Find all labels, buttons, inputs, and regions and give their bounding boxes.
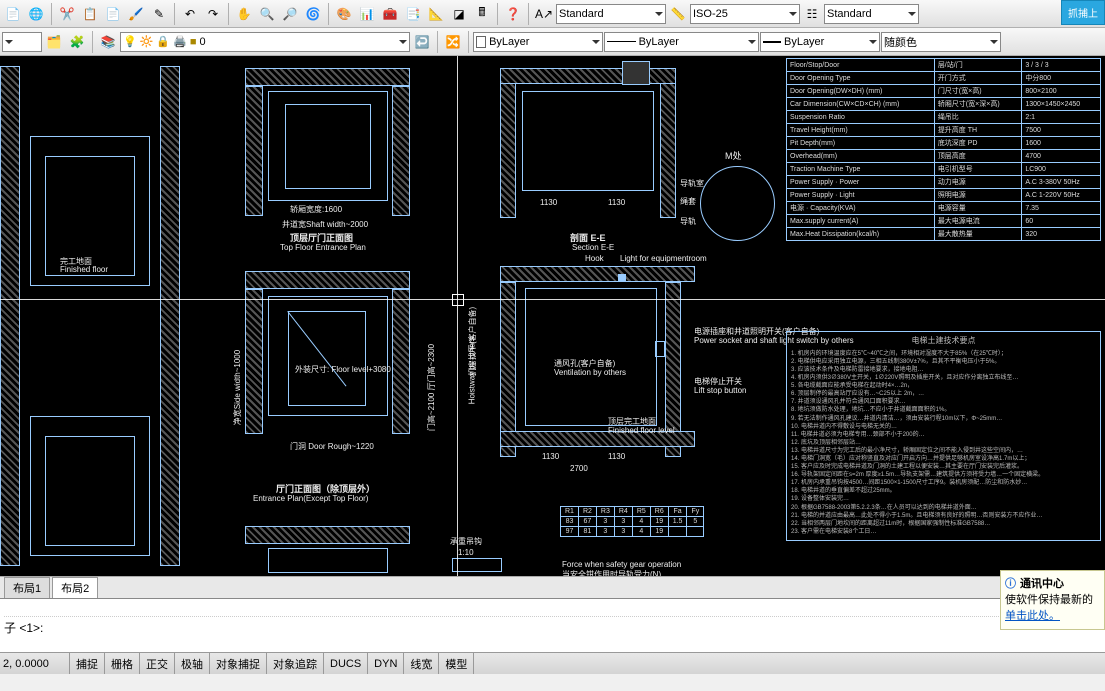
text-style-dropdown[interactable]: Standard xyxy=(556,4,666,24)
command-prompt: 子 <1>: xyxy=(4,616,1101,634)
copy-icon[interactable]: 📋 xyxy=(79,3,101,25)
coordinate-readout: 2, 0.0000 xyxy=(0,653,70,674)
brush-icon[interactable]: 🖌️ xyxy=(125,3,147,25)
paste-icon[interactable]: 📄 xyxy=(102,3,124,25)
dimstyle-icon[interactable]: 📏 xyxy=(667,3,689,25)
help-icon[interactable]: ❓ xyxy=(502,3,524,25)
status-模型[interactable]: 模型 xyxy=(439,653,474,674)
crosshair-horizontal xyxy=(0,299,1105,300)
tab-layout2[interactable]: 布局2 xyxy=(52,577,98,598)
zoom-in-icon[interactable]: 🔍 xyxy=(256,3,278,25)
markup-icon[interactable]: 📐 xyxy=(425,3,447,25)
grab-button[interactable]: 抓捕上 xyxy=(1061,0,1105,25)
status-极轴[interactable]: 极轴 xyxy=(175,653,210,674)
redo-icon[interactable]: ↷ xyxy=(202,3,224,25)
notification-link[interactable]: 单击此处。 xyxy=(1005,610,1060,622)
crosshair-pickbox xyxy=(452,294,464,306)
sheet-icon[interactable]: 📑 xyxy=(402,3,424,25)
dim-style-dropdown[interactable]: ISO-25 xyxy=(690,4,800,24)
cut-icon[interactable]: ✂️ xyxy=(56,3,78,25)
tablestyle-icon[interactable]: ☷ xyxy=(801,3,823,25)
layer-manager-icon[interactable]: 📚 xyxy=(97,31,119,53)
toolbar-main: 📄 🌐 ✂️ 📋 📄 🖌️ ✎ ↶ ↷ ✋ 🔍 🔎 🌀 🎨 📊 🧰 📑 📐 ◪ … xyxy=(0,0,1105,28)
linetype-scale-dropdown[interactable] xyxy=(2,32,42,52)
status-捕捉[interactable]: 捕捉 xyxy=(70,653,105,674)
info-icon: ⓘ xyxy=(1005,575,1016,591)
status-bar: 2, 0.0000 捕捉栅格正交极轴对象捕捉对象追踪DUCSDYN线宽模型 xyxy=(0,652,1105,674)
zoom-out-icon[interactable]: 🔎 xyxy=(279,3,301,25)
notes-block: 电梯土建技术要点 1. 机房内的环境温度应在5℃~40℃之间，环境相对湿度不大于… xyxy=(786,331,1101,541)
highlight-icon[interactable]: ✎ xyxy=(148,3,170,25)
toolbar-layers: 🗂️ 🧩 📚 💡🔆🔒🖨️■ 0 ↩️ 🔀 ByLayer ByLayer ByL… xyxy=(0,28,1105,56)
pan-icon[interactable]: ✋ xyxy=(233,3,255,25)
layer-prev-icon[interactable]: ↩️ xyxy=(411,31,433,53)
force-table: R1R2R3R4R5R6FaFy 8367334191.55 978133419 xyxy=(560,506,704,537)
color-dropdown[interactable]: ByLayer xyxy=(473,32,603,52)
command-line[interactable]: 子 <1>: ⓘ 通讯中心 使软件保持最新的 单击此处。 xyxy=(0,598,1105,652)
open-icon[interactable]: 🌐 xyxy=(25,3,47,25)
notification-panel: ⓘ 通讯中心 使软件保持最新的 单击此处。 xyxy=(1000,570,1105,630)
layer-dropdown[interactable]: 💡🔆🔒🖨️■ 0 xyxy=(120,32,410,52)
calc-icon[interactable]: 🖩 xyxy=(471,3,493,25)
status-对象追踪[interactable]: 对象追踪 xyxy=(267,653,324,674)
layer-state-icon[interactable]: 🧩 xyxy=(66,31,88,53)
tab-layout1[interactable]: 布局1 xyxy=(4,577,50,598)
undo-icon[interactable]: ↶ xyxy=(179,3,201,25)
new-icon[interactable]: 📄 xyxy=(2,3,24,25)
linetype-dropdown[interactable]: ByLayer xyxy=(604,32,759,52)
status-DUCS[interactable]: DUCS xyxy=(324,653,368,674)
status-对象捕捉[interactable]: 对象捕捉 xyxy=(210,653,267,674)
palette-icon[interactable]: 🎨 xyxy=(333,3,355,25)
layout-tabbar: 布局1 布局2 xyxy=(0,576,1105,598)
status-DYN[interactable]: DYN xyxy=(368,653,404,674)
param-table: Floor/Stop/Door层/站/门3 / 3 / 3Door Openin… xyxy=(786,58,1101,241)
zoom-ext-icon[interactable]: 🌀 xyxy=(302,3,324,25)
status-线宽[interactable]: 线宽 xyxy=(404,653,439,674)
table-style-dropdown[interactable]: Standard xyxy=(824,4,919,24)
textstyle-icon[interactable]: A↗ xyxy=(533,3,555,25)
props-icon[interactable]: 📊 xyxy=(356,3,378,25)
lineweight-dropdown[interactable]: ByLayer xyxy=(760,32,880,52)
tool-palette-icon[interactable]: 🧰 xyxy=(379,3,401,25)
status-正交[interactable]: 正交 xyxy=(140,653,175,674)
status-栅格[interactable]: 栅格 xyxy=(105,653,140,674)
crosshair-vertical xyxy=(457,56,458,576)
match-icon[interactable]: 🔀 xyxy=(442,31,464,53)
plotstyle-dropdown[interactable]: 随颜色 xyxy=(881,32,1001,52)
layer-props-icon[interactable]: 🗂️ xyxy=(43,31,65,53)
block-icon[interactable]: ◪ xyxy=(448,3,470,25)
drawing-canvas[interactable]: 完工地面 Finished floor 轿厢宽度:1600 井道宽Shaft w… xyxy=(0,56,1105,576)
